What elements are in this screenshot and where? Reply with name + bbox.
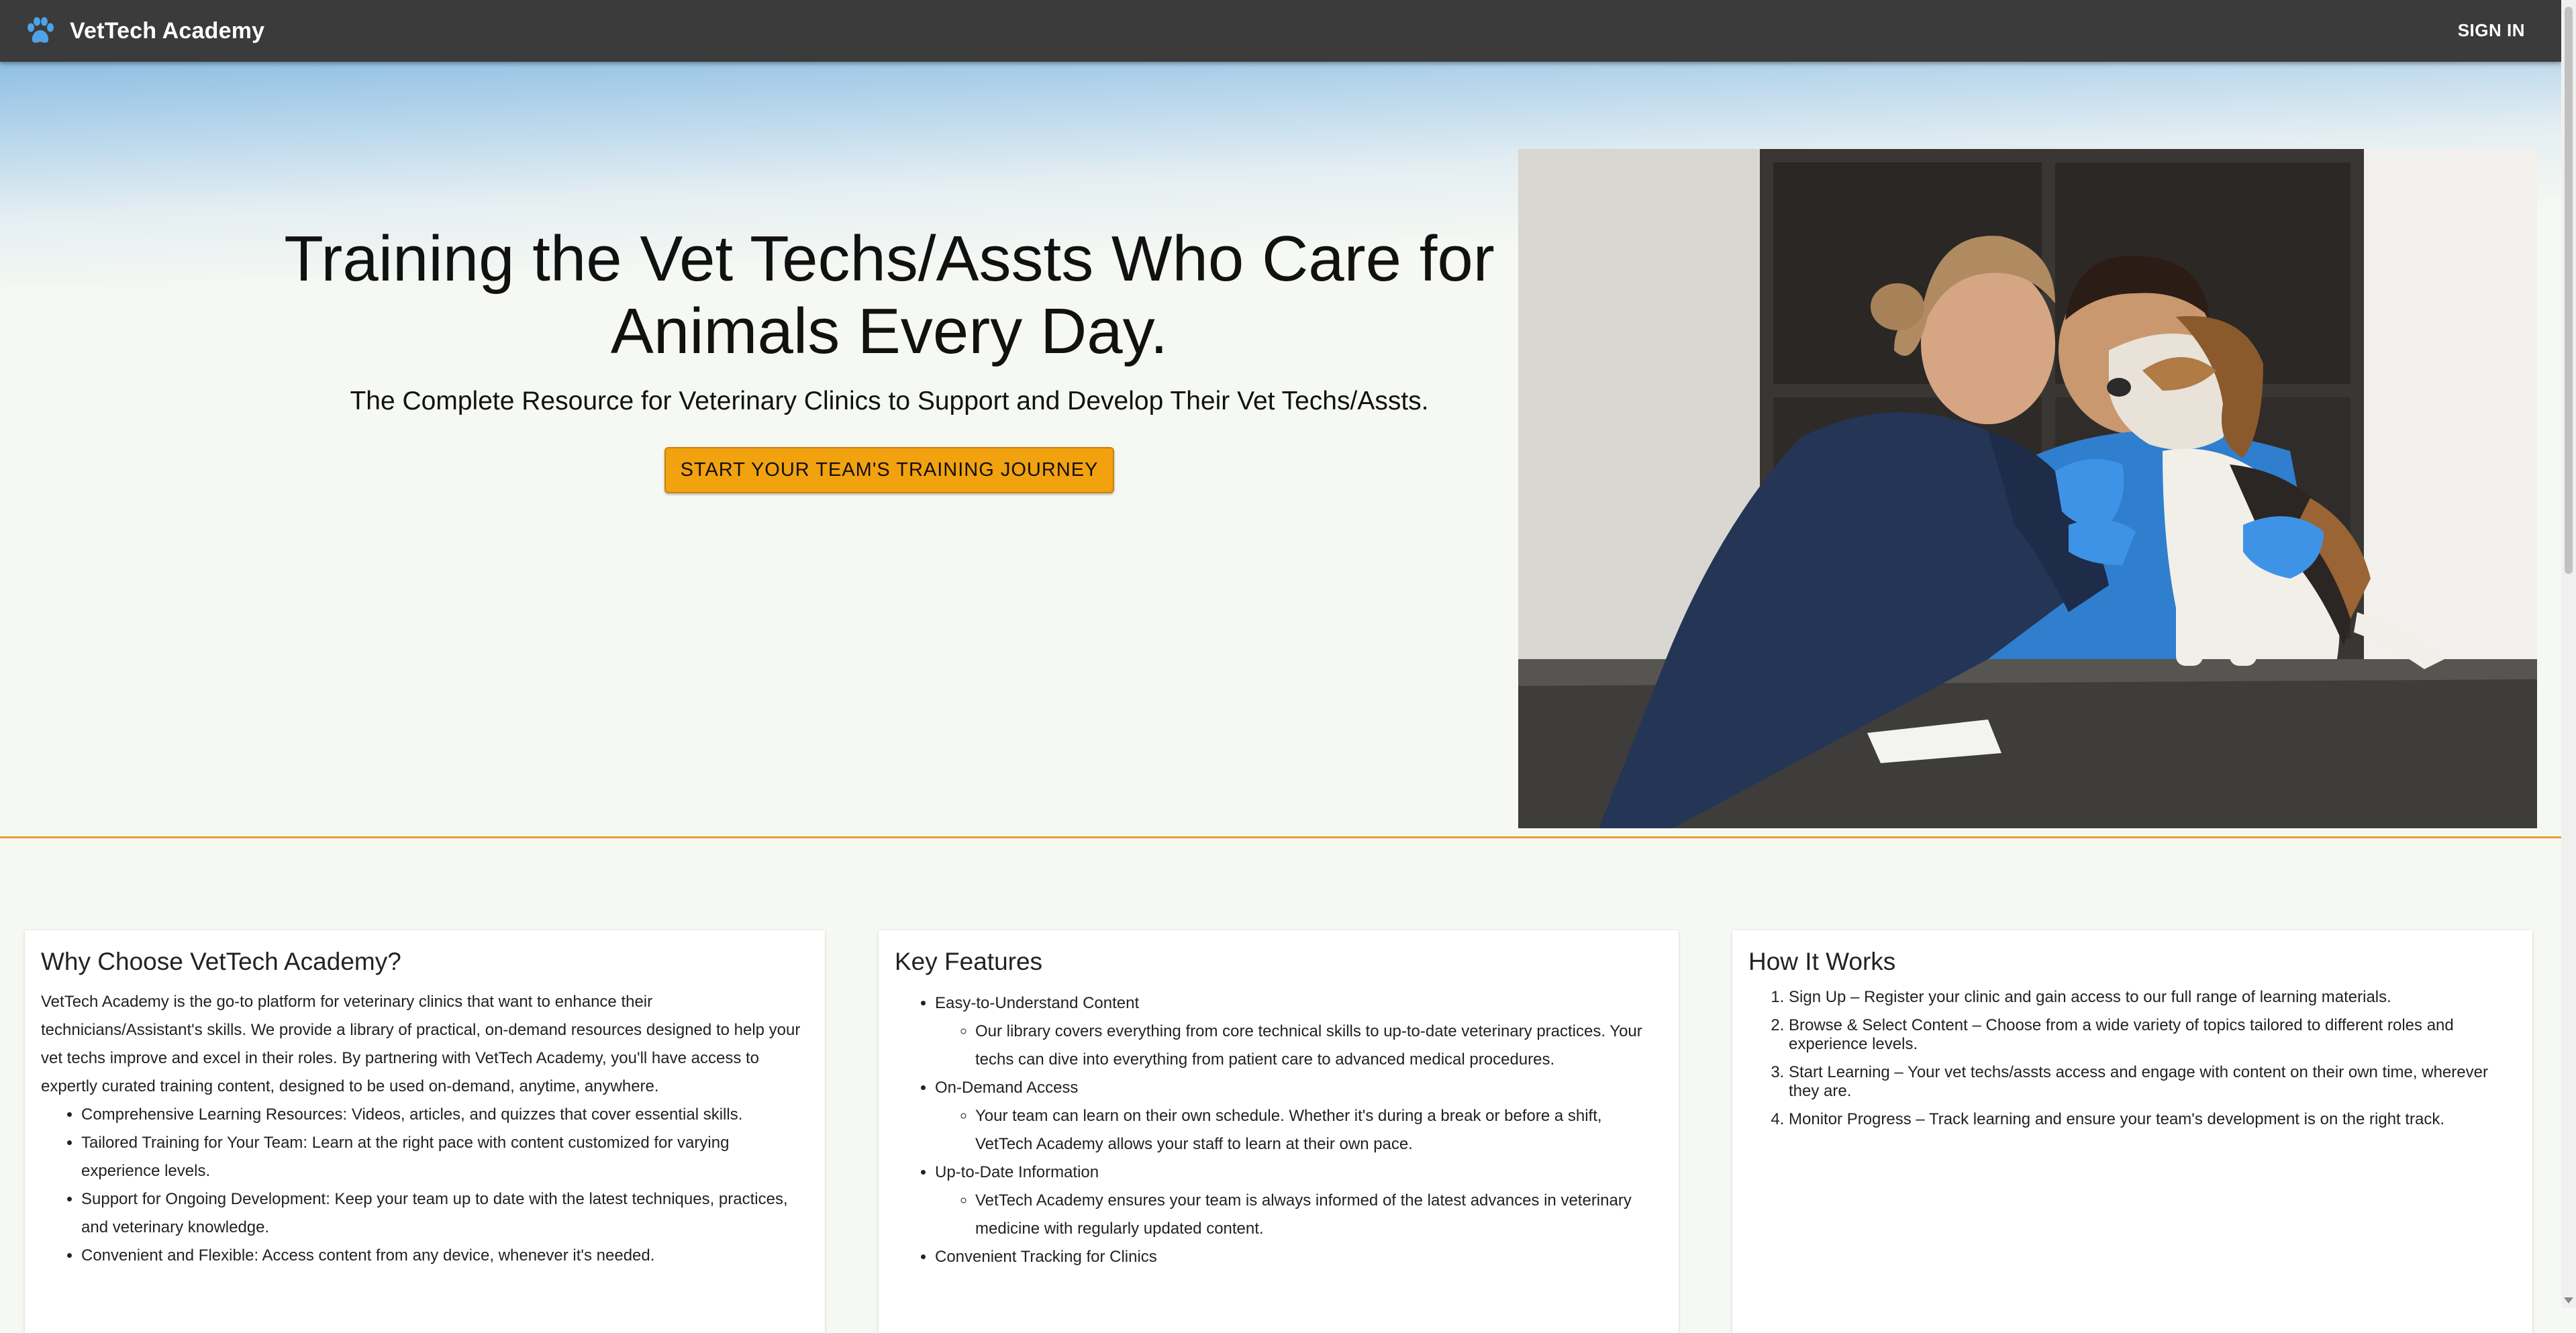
step-item: Start Learning – Your vet techs/assts ac… <box>1789 1063 2516 1101</box>
list-item: Convenient and Flexible: Access content … <box>81 1242 809 1270</box>
brand-name: VetTech Academy <box>70 17 265 44</box>
key-features-list: Easy-to-Understand Content Our library c… <box>895 989 1663 1271</box>
feature-label: Up-to-Date Information <box>935 1163 1099 1181</box>
paw-icon <box>28 17 54 43</box>
feature-item: Easy-to-Understand Content Our library c… <box>935 989 1663 1074</box>
page-scrollbar[interactable] <box>2561 0 2576 1307</box>
hero-copy: Training the Vet Techs/Assts Who Care fo… <box>255 223 1524 493</box>
top-app-bar: VetTech Academy SIGN IN <box>0 0 2561 62</box>
feature-item: Up-to-Date Information VetTech Academy e… <box>935 1158 1663 1243</box>
feature-item: On-Demand Access Your team can learn on … <box>935 1074 1663 1158</box>
hero-section: Training the Vet Techs/Assts Who Care fo… <box>0 62 2561 838</box>
list-item: Tailored Training for Your Team: Learn a… <box>81 1129 809 1185</box>
how-it-works-steps: Sign Up – Register your clinic and gain … <box>1748 988 2516 1129</box>
why-choose-title: Why Choose VetTech Academy? <box>41 948 401 975</box>
why-choose-card: Why Choose VetTech Academy? VetTech Acad… <box>25 930 825 1333</box>
scrollbar-thumb[interactable] <box>2565 7 2573 574</box>
scroll-down-arrow-icon[interactable] <box>2564 1297 2573 1303</box>
step-item: Browse & Select Content – Choose from a … <box>1789 1016 2516 1054</box>
feature-label: Easy-to-Understand Content <box>935 994 1140 1012</box>
hero-photo <box>1518 149 2537 828</box>
hero-subtitle: The Complete Resource for Veterinary Cli… <box>350 387 1429 415</box>
feature-detail: Your team can learn on their own schedul… <box>975 1102 1663 1158</box>
why-choose-list: Comprehensive Learning Resources: Videos… <box>41 1101 809 1270</box>
how-it-works-card: How It Works Sign Up – Register your cli… <box>1732 930 2532 1333</box>
start-training-button[interactable]: START YOUR TEAM'S TRAINING JOURNEY <box>664 447 1115 493</box>
feature-label: Convenient Tracking for Clinics <box>935 1248 1157 1266</box>
why-choose-intro: VetTech Academy is the go-to platform fo… <box>41 993 801 1095</box>
feature-detail: VetTech Academy ensures your team is alw… <box>975 1187 1663 1243</box>
sign-in-button[interactable]: SIGN IN <box>2454 17 2529 44</box>
feature-item: Convenient Tracking for Clinics <box>935 1243 1663 1271</box>
step-item: Monitor Progress – Track learning and en… <box>1789 1110 2516 1129</box>
brand[interactable]: VetTech Academy <box>26 16 264 46</box>
feature-label: On-Demand Access <box>935 1079 1079 1097</box>
key-features-title: Key Features <box>895 948 1043 975</box>
feature-detail: Our library covers everything from core … <box>975 1018 1663 1074</box>
key-features-card: Key Features Easy-to-Understand Content … <box>879 930 1679 1333</box>
list-item: Comprehensive Learning Resources: Videos… <box>81 1101 809 1129</box>
list-item: Support for Ongoing Development: Keep yo… <box>81 1185 809 1242</box>
hero-divider <box>0 836 2561 838</box>
step-item: Sign Up – Register your clinic and gain … <box>1789 988 2516 1007</box>
hero-title: Training the Vet Techs/Assts Who Care fo… <box>284 223 1495 367</box>
how-it-works-title: How It Works <box>1748 948 1896 975</box>
